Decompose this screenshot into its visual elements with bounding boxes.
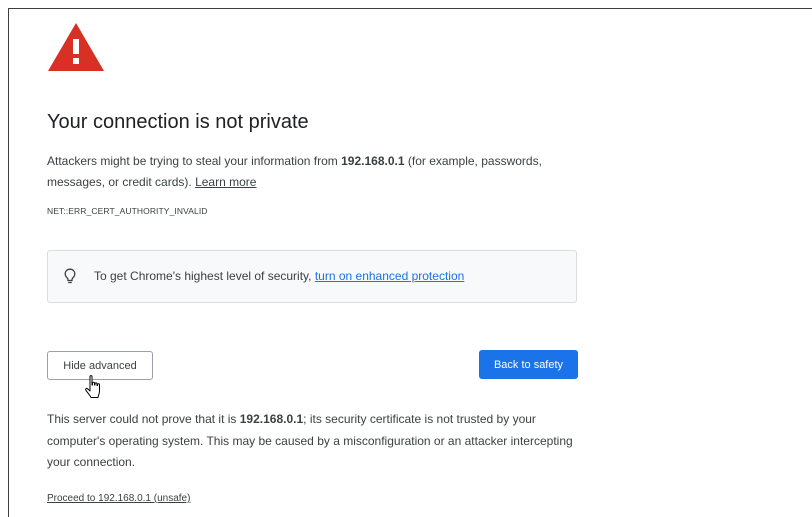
- warning-triangle-icon: [48, 23, 104, 71]
- back-to-safety-button[interactable]: Back to safety: [479, 350, 578, 379]
- intro-text: Attackers might be trying to steal your …: [47, 154, 342, 168]
- tip-text: To get Chrome's highest level of securit…: [94, 269, 464, 283]
- intro-paragraph: Attackers might be trying to steal your …: [47, 151, 587, 193]
- details-paragraph: This server could not prove that it is 1…: [47, 409, 587, 474]
- error-code: NET::ERR_CERT_AUTHORITY_INVALID: [47, 206, 208, 216]
- tip-label: To get Chrome's highest level of securit…: [94, 269, 315, 283]
- proceed-unsafe-link[interactable]: Proceed to 192.168.0.1 (unsafe): [47, 493, 190, 504]
- details-text: This server could not prove that it is: [47, 412, 240, 426]
- details-host: 192.168.0.1: [239, 412, 304, 426]
- lightbulb-icon: [64, 268, 76, 284]
- hand-cursor-icon: [85, 375, 100, 398]
- enhanced-protection-tip: To get Chrome's highest level of securit…: [47, 250, 577, 303]
- page-title: Your connection is not private: [47, 111, 309, 133]
- enhanced-protection-link[interactable]: turn on enhanced protection: [315, 269, 464, 283]
- intro-host: 192.168.0.1: [341, 154, 405, 168]
- learn-more-link[interactable]: Learn more: [195, 175, 256, 189]
